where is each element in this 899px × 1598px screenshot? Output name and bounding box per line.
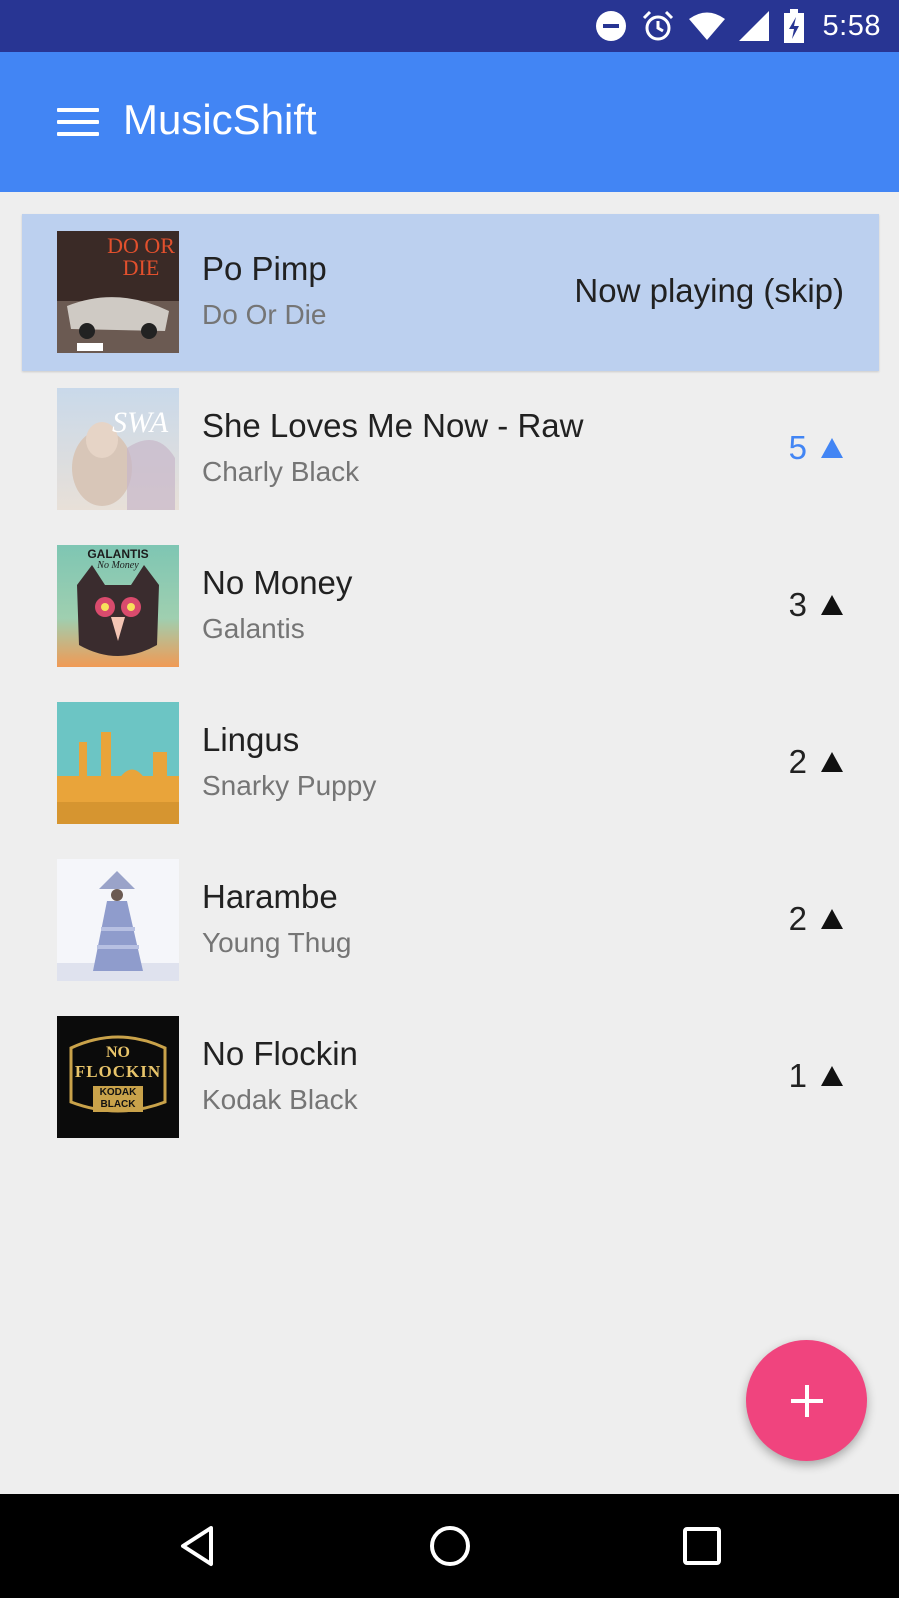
album-art-label: FLOCKIN <box>74 1062 162 1081</box>
hamburger-menu-icon[interactable] <box>57 106 99 138</box>
album-art <box>57 859 179 981</box>
song-title: She Loves Me Now - Raw <box>202 407 584 444</box>
clock: 5:58 <box>822 9 881 42</box>
vote-count: 5 <box>788 429 807 466</box>
skip-button[interactable]: Now playing (skip) <box>574 272 844 310</box>
album-art-label: NO <box>106 1044 130 1061</box>
alarm-icon <box>641 9 675 43</box>
album-art <box>57 702 179 824</box>
home-icon[interactable] <box>400 1494 500 1598</box>
list-item[interactable]: GALANTIS No Money No Money Galantis 3 <box>22 528 879 685</box>
list-item[interactable]: Harambe Young Thug 2 <box>22 842 879 999</box>
status-bar: 5:58 <box>0 0 899 52</box>
do-not-disturb-icon <box>595 10 627 42</box>
back-icon[interactable] <box>147 1494 247 1598</box>
artist-name: Galantis <box>202 613 305 644</box>
artist-name: Charly Black <box>202 456 360 487</box>
song-title: No Money <box>202 564 353 601</box>
vote-count: 3 <box>788 586 807 623</box>
battery-charging-icon <box>783 9 805 43</box>
list-item[interactable]: Lingus Snarky Puppy 2 <box>22 685 879 842</box>
album-art-label: BLACK <box>100 1099 136 1110</box>
song-title: No Flockin <box>202 1035 358 1072</box>
artist-name: Kodak Black <box>202 1084 358 1115</box>
list-item[interactable]: NO FLOCKIN KODAK BLACK No Flockin Kodak … <box>22 999 879 1156</box>
upvote-button[interactable]: 2 <box>789 900 843 938</box>
upvote-button[interactable]: 5 <box>789 429 843 467</box>
album-art-label: GALANTIS <box>87 547 149 561</box>
upvote-button[interactable]: 1 <box>789 1057 843 1095</box>
album-art-label: KODAK <box>99 1087 137 1098</box>
album-art: SWA <box>57 388 179 510</box>
upvote-button[interactable]: 2 <box>789 743 843 781</box>
album-art: NO FLOCKIN KODAK BLACK <box>57 1016 179 1138</box>
upvote-arrow-icon <box>821 752 843 772</box>
app-bar: MusicShift <box>0 52 899 192</box>
upvote-button[interactable]: 3 <box>789 586 843 624</box>
artist-name: Snarky Puppy <box>202 770 377 801</box>
upvote-arrow-icon <box>821 909 843 929</box>
upvote-arrow-icon <box>821 1066 843 1086</box>
song-title: Harambe <box>202 878 338 915</box>
album-art-sublabel: No Money <box>97 560 139 571</box>
artist-name: Young Thug <box>202 927 352 958</box>
album-art: DO OR DIE <box>57 231 179 353</box>
wifi-icon <box>688 12 725 40</box>
artist-name: Do Or Die <box>202 299 327 330</box>
list-item[interactable]: SWA She Loves Me Now - Raw Charly Black … <box>22 371 879 528</box>
album-art-label: DO OR DIE <box>107 233 175 280</box>
album-art: GALANTIS No Money <box>57 545 179 667</box>
list-item-now-playing[interactable]: DO OR DIE Po Pimp Do Or Die Now playing … <box>22 214 879 371</box>
album-art-label: SWA <box>112 406 169 439</box>
recents-icon[interactable] <box>652 1494 752 1598</box>
system-nav-bar <box>0 1494 899 1598</box>
vote-count: 2 <box>788 900 807 937</box>
vote-count: 2 <box>788 743 807 780</box>
song-title: Po Pimp <box>202 250 327 287</box>
cell-signal-icon <box>738 11 769 41</box>
app-title: MusicShift <box>123 96 317 143</box>
upvote-arrow-icon <box>821 438 843 458</box>
song-title: Lingus <box>202 721 300 758</box>
upvote-arrow-icon <box>821 595 843 615</box>
add-song-button[interactable] <box>746 1340 867 1461</box>
vote-count: 1 <box>788 1057 807 1094</box>
